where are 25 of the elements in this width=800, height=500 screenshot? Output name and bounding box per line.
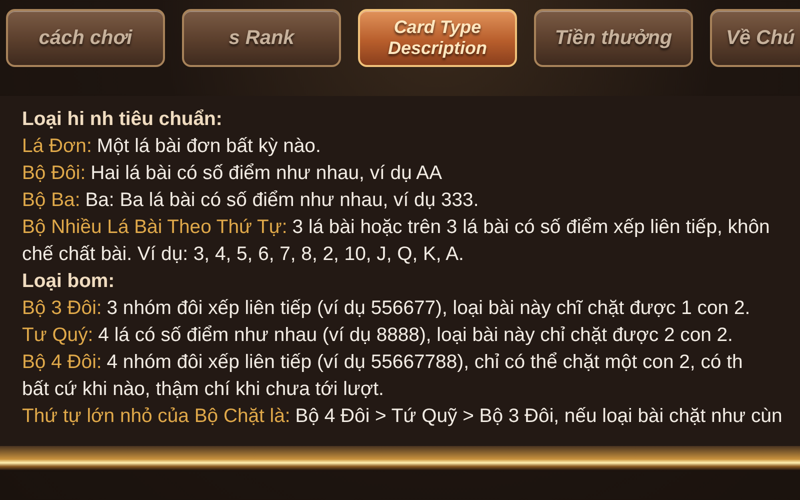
tab[interactable]: s Rank xyxy=(182,9,341,67)
section-heading: Loại bom: xyxy=(22,270,115,293)
rule-label: Lá Đơn: xyxy=(22,135,92,158)
tab[interactable]: Tiền thưởng xyxy=(534,9,693,67)
rule-label: Bộ Đôi: xyxy=(22,162,86,185)
tab[interactable]: Về Chú xyxy=(710,9,800,67)
rule-text: Ba: Ba lá bài có số điểm như nhau, ví dụ 333. xyxy=(85,189,479,212)
rule-text: Một lá bài đơn bất kỳ nào. xyxy=(96,135,321,158)
rule-text: 3 nhóm đôi xếp liên tiếp (ví dụ 556677), loại bài này chĩ chặt được 1 con 2. xyxy=(106,297,750,320)
rule-label: Bộ 3 Đôi: xyxy=(22,297,102,320)
rule-label: Thứ tự lớn nhỏ của Bộ Chặt là: xyxy=(22,405,290,428)
rule-text: 4 lá có số điểm như nhau (ví dụ 8888), loại bài này chỉ chặt được 2 con 2. xyxy=(98,324,733,347)
rule-label: Bộ 4 Đôi: xyxy=(22,351,102,374)
tab[interactable]: cách chơi xyxy=(6,9,165,67)
rule-text: Hai lá bài có số điểm như nhau, ví dụ AA xyxy=(90,162,442,185)
tab[interactable]: Card Type Description xyxy=(358,9,517,67)
rule-label: Bộ Nhiều Lá Bài Theo Thứ Tự: xyxy=(22,216,288,239)
rule-text: chế chất bài. Ví dụ: 3, 4, 5, 6, 7, 8, 2, 10, J, Q, K, A. xyxy=(22,243,464,266)
rule-text: Bộ 4 Đôi > Tứ Quỹ > Bộ 3 Đôi, nếu loại bài chặt như cùn xyxy=(295,405,782,428)
rule-text: 3 lá bài hoặc trên 3 lá bài có số điểm xếp liên tiếp, khôn xyxy=(292,216,770,239)
rule-label: Tư Quý: xyxy=(22,324,94,347)
rule-text: 4 nhóm đôi xếp liên tiếp (ví dụ 55667788), chỉ có thể chặt một con 2, có th xyxy=(106,351,743,374)
section-heading: Loại hi nh tiêu chuẩn: xyxy=(22,108,222,131)
rule-label: Bộ Ba: xyxy=(22,189,80,212)
rule-text: bất cứ khi nào, thậm chí khi chưa tới lượt. xyxy=(22,378,384,401)
